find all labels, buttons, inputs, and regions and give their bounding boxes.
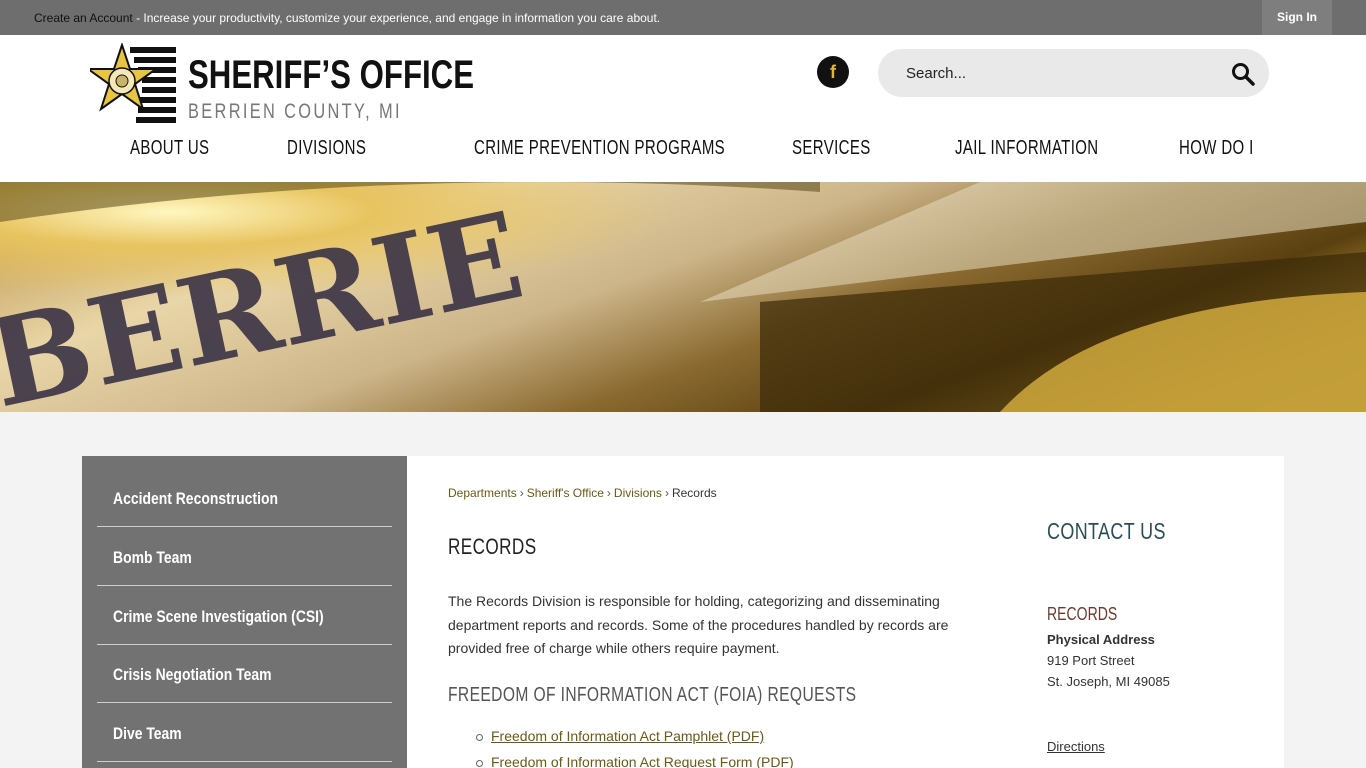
breadcrumb-separator: ›	[606, 486, 611, 500]
site-header: SHERIFF’S OFFICE BERRIEN COUNTY, MI f AB…	[0, 35, 1366, 182]
sidebar-item-label: Bomb Team	[113, 548, 192, 567]
top-account-bar: Create an Account - Increase your produc…	[0, 0, 1366, 35]
sidebar-item-csi[interactable]: Crime Scene Investigation (CSI)	[97, 587, 392, 645]
create-account-link[interactable]: Create an Account	[34, 11, 133, 25]
address-street: 919 Port Street	[1047, 653, 1135, 668]
sidebar-item-label: Crime Scene Investigation (CSI)	[113, 607, 324, 626]
nav-about-us[interactable]: ABOUT US	[130, 135, 209, 161]
main-content: Departments › Sheriff's Office › Divisions › R…	[407, 456, 1284, 768]
breadcrumb-current: Records	[671, 486, 717, 500]
breadcrumb-separator: ›	[519, 486, 524, 500]
foia-pamphlet-link[interactable]: Freedom of Information Act Pamphlet (PDF…	[491, 728, 764, 744]
foia-request-form-link[interactable]: Freedom of Information Act Request Form …	[491, 754, 794, 768]
facebook-icon[interactable]: f	[817, 56, 849, 88]
directions-link[interactable]: Directions	[1047, 739, 1105, 754]
sidebar-item-crisis-negotiation-team[interactable]: Crisis Negotiation Team	[97, 645, 392, 703]
search-icon[interactable]	[1230, 61, 1256, 87]
breadcrumb-sheriffs-office[interactable]: Sheriff's Office	[527, 486, 604, 500]
foia-heading: FREEDOM OF INFORMATION ACT (FOIA) REQUES…	[448, 684, 857, 706]
contact-us-heading: CONTACT US	[1047, 518, 1166, 544]
main-navigation: ABOUT US DIVISIONS CRIME PREVENTION PROG…	[0, 135, 1366, 165]
sidebar-item-bomb-team[interactable]: Bomb Team	[97, 528, 392, 586]
sidebar-item-accident-reconstruction[interactable]: Accident Reconstruction	[97, 469, 392, 527]
svg-text:BERRIE: BERRIE	[0, 185, 534, 412]
list-item: Freedom of Information Act Request Form …	[448, 754, 968, 768]
badge-closeup-graphic: BERRIE	[0, 182, 1366, 412]
sidebar-item-label: Dive Team	[113, 724, 182, 743]
breadcrumb-divisions[interactable]: Divisions	[614, 486, 662, 500]
breadcrumb-separator: ›	[664, 486, 669, 500]
sidebar-item-label: Accident Reconstruction	[113, 489, 278, 508]
records-intro-text: The Records Division is responsible for …	[448, 593, 949, 656]
physical-address-label: Physical Address	[1047, 632, 1155, 647]
account-message-text: - Increase your productivity, customize …	[132, 11, 661, 25]
logo-subtitle: BERRIEN COUNTY, MI	[188, 100, 402, 123]
sidebar-item-dive-team[interactable]: Dive Team	[97, 704, 392, 762]
sheriff-star-badge-icon	[90, 43, 176, 123]
search-input[interactable]	[906, 63, 1206, 83]
site-logo[interactable]: SHERIFF’S OFFICE BERRIEN COUNTY, MI	[90, 43, 474, 125]
search-bar	[878, 49, 1269, 97]
list-item: Freedom of Information Act Pamphlet (PDF…	[448, 728, 968, 754]
breadcrumb-departments[interactable]: Departments	[448, 486, 517, 500]
nav-divisions[interactable]: DIVISIONS	[287, 135, 366, 161]
contact-records-heading: RECORDS	[1047, 604, 1118, 624]
breadcrumb: Departments › Sheriff's Office › Divisions › R…	[448, 486, 717, 500]
account-message: Create an Account - Increase your produc…	[34, 11, 660, 25]
address-city: St. Joseph, MI 49085	[1047, 674, 1170, 689]
foia-link-list: Freedom of Information Act Pamphlet (PDF…	[448, 728, 968, 768]
nav-how-do-i[interactable]: HOW DO I	[1179, 135, 1254, 161]
nav-crime-prevention-programs[interactable]: CRIME PREVENTION PROGRAMS	[474, 135, 725, 161]
divisions-sidebar: Accident Reconstruction Bomb Team Crime …	[82, 456, 407, 768]
nav-services[interactable]: SERVICES	[792, 135, 871, 161]
nav-jail-information[interactable]: JAIL INFORMATION	[955, 135, 1099, 161]
page-title: RECORDS	[448, 534, 537, 559]
sign-in-button[interactable]: Sign In	[1262, 0, 1332, 35]
hero-banner-image: BERRIE	[0, 182, 1366, 412]
logo-title: SHERIFF’S OFFICE	[188, 53, 475, 97]
sidebar-item-label: Crisis Negotiation Team	[113, 665, 272, 684]
